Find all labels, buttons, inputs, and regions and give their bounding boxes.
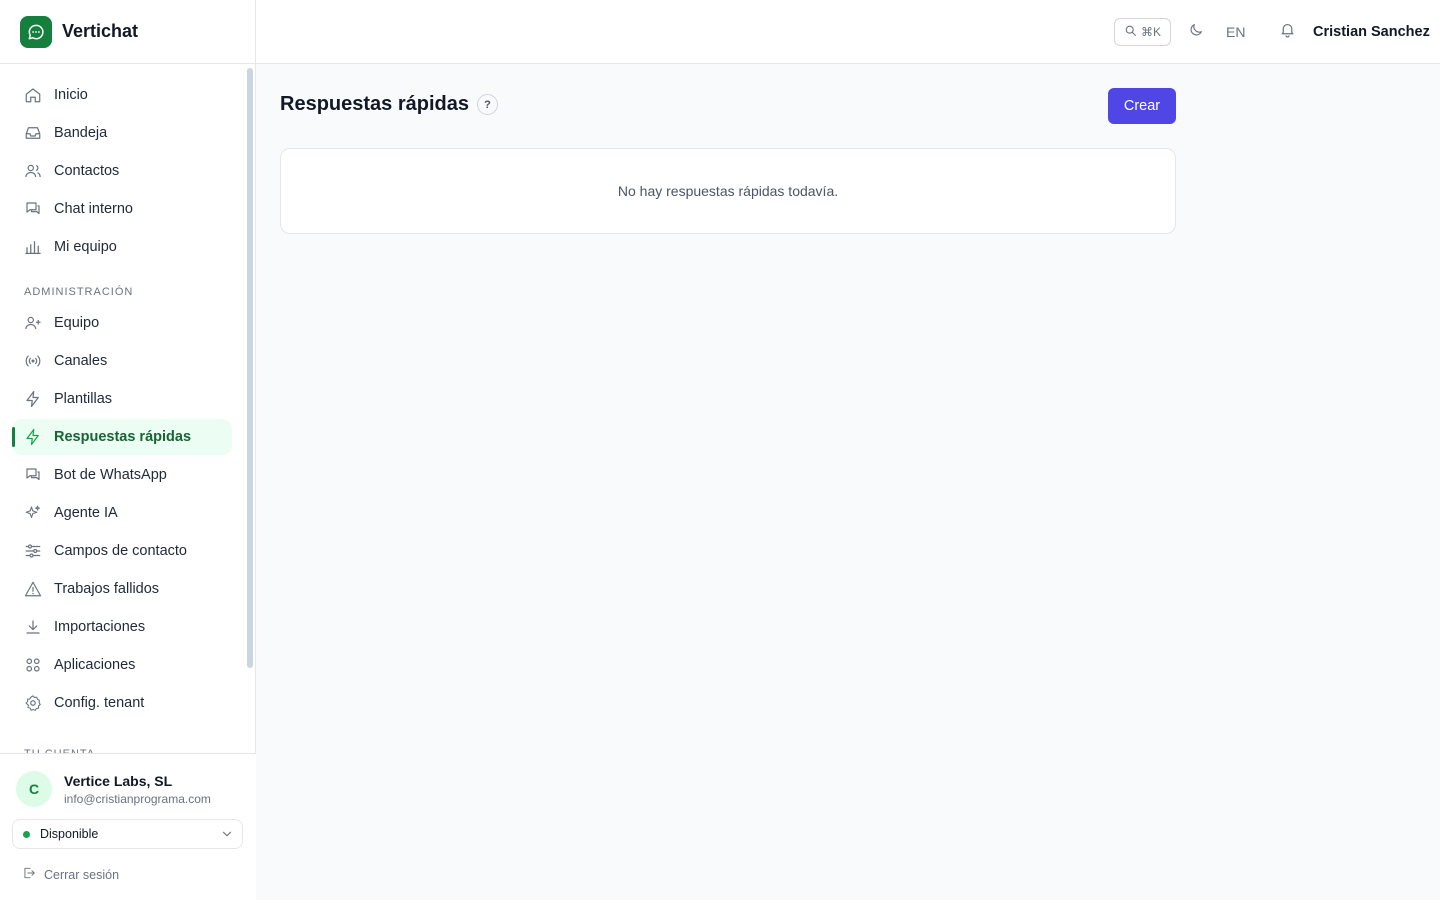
sidebar-item-label: Agente IA [54,505,118,521]
bolt-icon [24,428,42,446]
sparkles-icon [24,504,42,522]
status-select[interactable]: Disponible [12,819,243,849]
sidebar-scrollbar[interactable] [247,68,253,668]
logout-label: Cerrar sesión [44,867,120,882]
moon-icon [1188,22,1204,43]
bar-chart-icon [24,238,42,256]
sidebar-item-label: Aplicaciones [54,657,136,673]
sidebar-item-bandeja[interactable]: Bandeja [12,115,232,151]
sidebar-item-campos-contacto[interactable]: Campos de contacto [12,533,232,569]
sidebar-item-label: Plantillas [54,391,113,407]
bell-icon [1279,21,1296,43]
search-icon [1124,24,1137,40]
page-title-row: Respuestas rápidas ? [280,93,498,116]
avatar: C [16,771,52,807]
sidebar-item-label: Trabajos fallidos [54,581,160,597]
grid-icon [24,656,42,674]
sidebar-item-config-tenant[interactable]: Config. tenant [12,685,232,721]
language-button[interactable]: EN [1226,22,1245,42]
create-button[interactable]: Crear [1108,88,1176,124]
sidebar-nav[interactable]: Inicio Bandeja Contactos Chat interno Mi… [0,64,256,753]
sidebar-item-label: Contactos [54,163,120,179]
sidebar-item-canales[interactable]: Canales [12,343,232,379]
sidebar-item-label: Campos de contacto [54,543,187,559]
sliders-icon [24,542,42,560]
sidebar-item-agente-ia[interactable]: Agente IA [12,495,232,531]
download-icon [24,618,42,636]
sidebar-item-mi-equipo[interactable]: Mi equipo [12,229,232,265]
brand-name: Vertichat [62,21,139,41]
brand[interactable]: Vertichat [0,0,255,64]
sidebar-item-label: Chat interno [54,201,133,217]
theme-toggle-button[interactable] [1186,22,1206,42]
chat-icon [24,200,42,218]
sidebar-item-label: Canales [54,353,108,369]
empty-state-message: No hay respuestas rápidas todavía. [617,183,839,199]
sidebar-item-inicio[interactable]: Inicio [12,77,232,113]
broadcast-icon [24,352,42,370]
account-panel: C Vertice Labs, SL info@cristianprograma… [0,753,256,900]
home-icon [24,86,42,104]
topbar: ⌘K EN Cristian Sanchez [256,0,1440,64]
search-button[interactable]: ⌘K [1114,18,1171,46]
search-shortcut: ⌘K [1140,25,1161,39]
sidebar-item-label: Bot de WhatsApp [54,467,167,483]
sidebar-item-contactos[interactable]: Contactos [12,153,232,189]
users-icon [24,162,42,180]
gear-icon [24,694,42,712]
logout-button[interactable]: Cerrar sesión [22,866,119,883]
notifications-button[interactable] [1277,22,1297,42]
sidebar-item-label: Mi equipo [54,239,117,255]
sidebar: Vertichat Inicio Bandeja Contactos Chat … [0,0,256,900]
status-label: Disponible [40,827,99,841]
page-title: Respuestas rápidas [280,93,469,115]
sidebar-item-equipo[interactable]: Equipo [12,305,232,341]
user-menu[interactable]: Cristian Sanchez [1313,22,1430,42]
sidebar-item-aplicaciones[interactable]: Aplicaciones [12,647,232,683]
org-name: Vertice Labs, SL [64,772,173,789]
section-label-account: TU CUENTA [0,744,256,753]
user-plus-icon [24,314,42,332]
sidebar-item-label: Equipo [54,315,100,331]
status-dot-icon [23,830,30,838]
sidebar-item-chat-interno[interactable]: Chat interno [12,191,232,227]
sidebar-item-label: Bandeja [54,125,108,141]
nav-list: Inicio Bandeja Contactos Chat interno Mi… [0,64,256,753]
logout-icon [22,866,36,883]
sidebar-item-label: Importaciones [54,619,146,635]
account-info: C Vertice Labs, SL info@cristianprograma… [0,754,256,807]
sidebar-item-respuestas-rapidas[interactable]: Respuestas rápidas [12,419,232,455]
chat-icon [24,466,42,484]
section-label-admin: ADMINISTRACIÓN [24,286,134,298]
chevron-down-icon [220,827,234,844]
sidebar-item-label: Inicio [54,87,88,103]
sidebar-item-label: Config. tenant [54,695,145,711]
sidebar-item-plantillas[interactable]: Plantillas [12,381,232,417]
account-text: Vertice Labs, SL info@cristianprograma.c… [64,773,211,806]
sidebar-item-bot-whatsapp[interactable]: Bot de WhatsApp [12,457,232,493]
empty-state-card: No hay respuestas rápidas todavía. [280,148,1176,234]
bolt-icon [24,390,42,408]
warning-icon [24,580,42,598]
help-icon[interactable]: ? [476,94,498,115]
sidebar-item-label: Respuestas rápidas [54,429,192,445]
sidebar-item-trabajos-fallidos[interactable]: Trabajos fallidos [12,571,232,607]
account-email: info@cristianprograma.com [64,791,211,806]
inbox-icon [24,124,42,142]
chat-bubble-icon [20,15,52,48]
sidebar-item-importaciones[interactable]: Importaciones [12,609,232,645]
